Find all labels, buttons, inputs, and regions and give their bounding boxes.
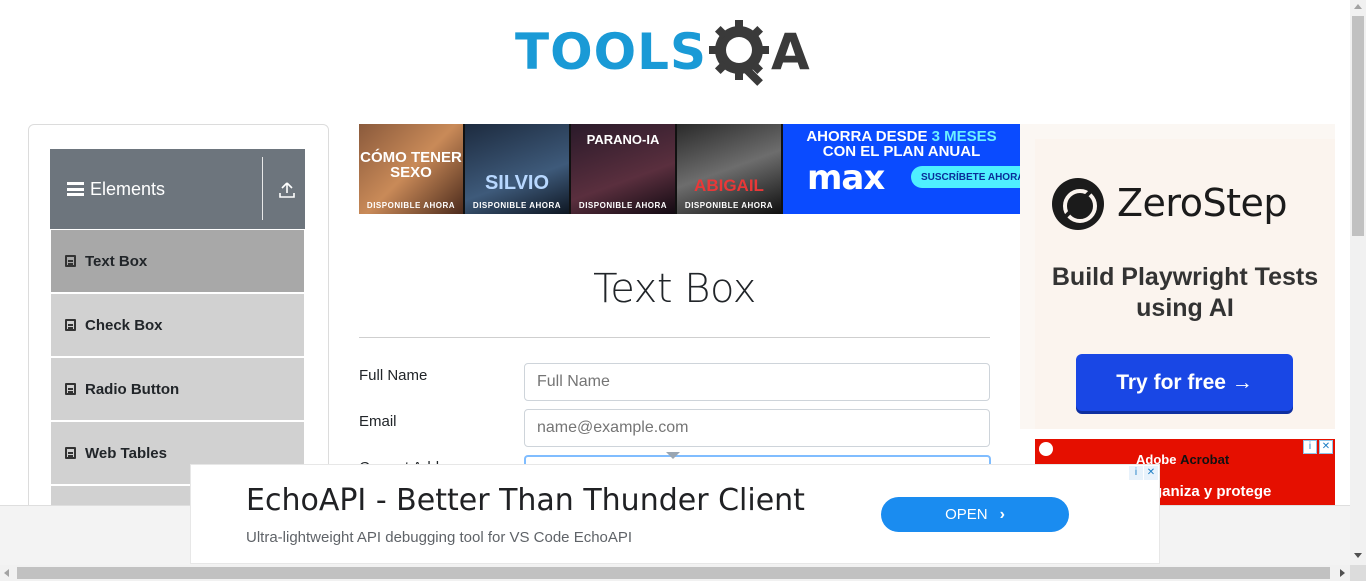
- ad-poster[interactable]: ABIGAIL DISPONIBLE AHORA: [677, 124, 781, 214]
- document-icon: [65, 319, 76, 331]
- poster-title: CÓMO TENER SEXO: [360, 149, 462, 181]
- chevron-right-icon: ›: [999, 505, 1005, 523]
- poster-tag: DISPONIBLE AHORA: [366, 201, 456, 210]
- scroll-right-arrow-icon[interactable]: [1340, 569, 1345, 577]
- page-title: Text Box: [593, 266, 756, 312]
- ad-info-icon[interactable]: i: [1303, 440, 1317, 454]
- logo-text-tools: TOOLS: [515, 23, 707, 81]
- shield-icon: [1039, 442, 1053, 456]
- ad-close-icon[interactable]: ✕: [1319, 440, 1333, 454]
- zerostep-brand: ZeroStep: [1117, 181, 1287, 225]
- poster-tag: DISPONIBLE AHORA: [684, 201, 774, 210]
- scroll-left-arrow-icon[interactable]: [4, 569, 9, 577]
- scrollbar-corner: [1350, 565, 1366, 581]
- vertical-scroll-thumb[interactable]: [1352, 16, 1364, 236]
- group-title: Elements: [90, 178, 166, 199]
- max-promo[interactable]: AHORRA DESDE 3 MESES CON EL PLAN ANUAL m…: [783, 124, 1020, 214]
- ad-poster[interactable]: SILVIO DISPONIBLE AHORA: [465, 124, 569, 214]
- scroll-up-arrow-icon[interactable]: [1354, 4, 1362, 9]
- upload-arrow-icon[interactable]: [279, 182, 295, 198]
- horizontal-scroll-thumb[interactable]: [17, 567, 1330, 579]
- vertical-scrollbar[interactable]: [1350, 0, 1366, 565]
- document-icon: [65, 255, 76, 267]
- ad-headline: EchoAPI - Better Than Thunder Client: [246, 483, 805, 518]
- adobe-subtitle: ganiza y protege: [1153, 483, 1272, 500]
- zerostep-logo-icon: [1052, 178, 1104, 230]
- zerostep-tagline: Build Playwright Tests using AI: [1051, 263, 1319, 322]
- scroll-down-arrow-icon[interactable]: [1354, 553, 1362, 558]
- email-input[interactable]: [524, 409, 990, 447]
- max-logo: max: [807, 158, 885, 198]
- menu-icon: [67, 182, 84, 196]
- email-label: Email: [359, 413, 397, 430]
- ad-close-icon[interactable]: ✕: [1144, 466, 1158, 480]
- gear-magnifier-icon: [705, 16, 777, 88]
- title-divider: [359, 337, 990, 338]
- open-label: OPEN: [945, 506, 988, 523]
- document-icon: [65, 383, 76, 395]
- document-icon: [65, 447, 76, 459]
- sidebar-item-text-box[interactable]: Text Box: [51, 230, 304, 292]
- toolsqa-logo[interactable]: TOOLS A: [515, 14, 840, 90]
- header-divider: [262, 157, 263, 220]
- caret-down-icon: [666, 452, 680, 459]
- sidebar-item-radio-button[interactable]: Radio Button: [51, 358, 304, 420]
- poster-title: SILVIO: [484, 172, 550, 194]
- subscribe-button[interactable]: SUSCRÍBETE AHORA: [911, 166, 1020, 188]
- poster-tag: DISPONIBLE AHORA: [578, 201, 668, 210]
- try-for-free-button[interactable]: Try for free →: [1076, 354, 1293, 411]
- open-button[interactable]: OPEN ›: [881, 497, 1069, 532]
- sidebar-item-label: Radio Button: [85, 380, 180, 398]
- ad-poster[interactable]: PARANO-IA DISPONIBLE AHORA: [571, 124, 675, 214]
- page: TOOLS A Elements Text Box Check Box Radi…: [0, 0, 1366, 581]
- horizontal-scrollbar[interactable]: [0, 565, 1350, 581]
- sidebar-item-label: Web Tables: [85, 444, 167, 462]
- sidebar-item-label: Check Box: [85, 316, 163, 334]
- elements-group-header[interactable]: Elements: [50, 149, 305, 229]
- ad-poster[interactable]: CÓMO TENER SEXO DISPONIBLE AHORA: [359, 124, 463, 214]
- poster-title: PARANO-IA: [586, 132, 660, 147]
- ad-info-icon[interactable]: i: [1129, 466, 1143, 480]
- sidebar-item-label: Text Box: [85, 252, 148, 270]
- sidebar-item-check-box[interactable]: Check Box: [51, 294, 304, 356]
- top-banner-ad[interactable]: CÓMO TENER SEXO DISPONIBLE AHORA SILVIO …: [359, 124, 1020, 214]
- full-name-input[interactable]: [524, 363, 990, 401]
- poster-tag: DISPONIBLE AHORA: [472, 201, 562, 210]
- poster-title: ABIGAIL: [694, 176, 764, 195]
- ad-subtext: Ultra-lightweight API debugging tool for…: [246, 529, 633, 546]
- bottom-sticky-ad[interactable]: EchoAPI - Better Than Thunder Client Ult…: [190, 464, 1160, 564]
- full-name-label: Full Name: [359, 367, 428, 384]
- acrobat-brand: Acrobat: [1180, 452, 1230, 467]
